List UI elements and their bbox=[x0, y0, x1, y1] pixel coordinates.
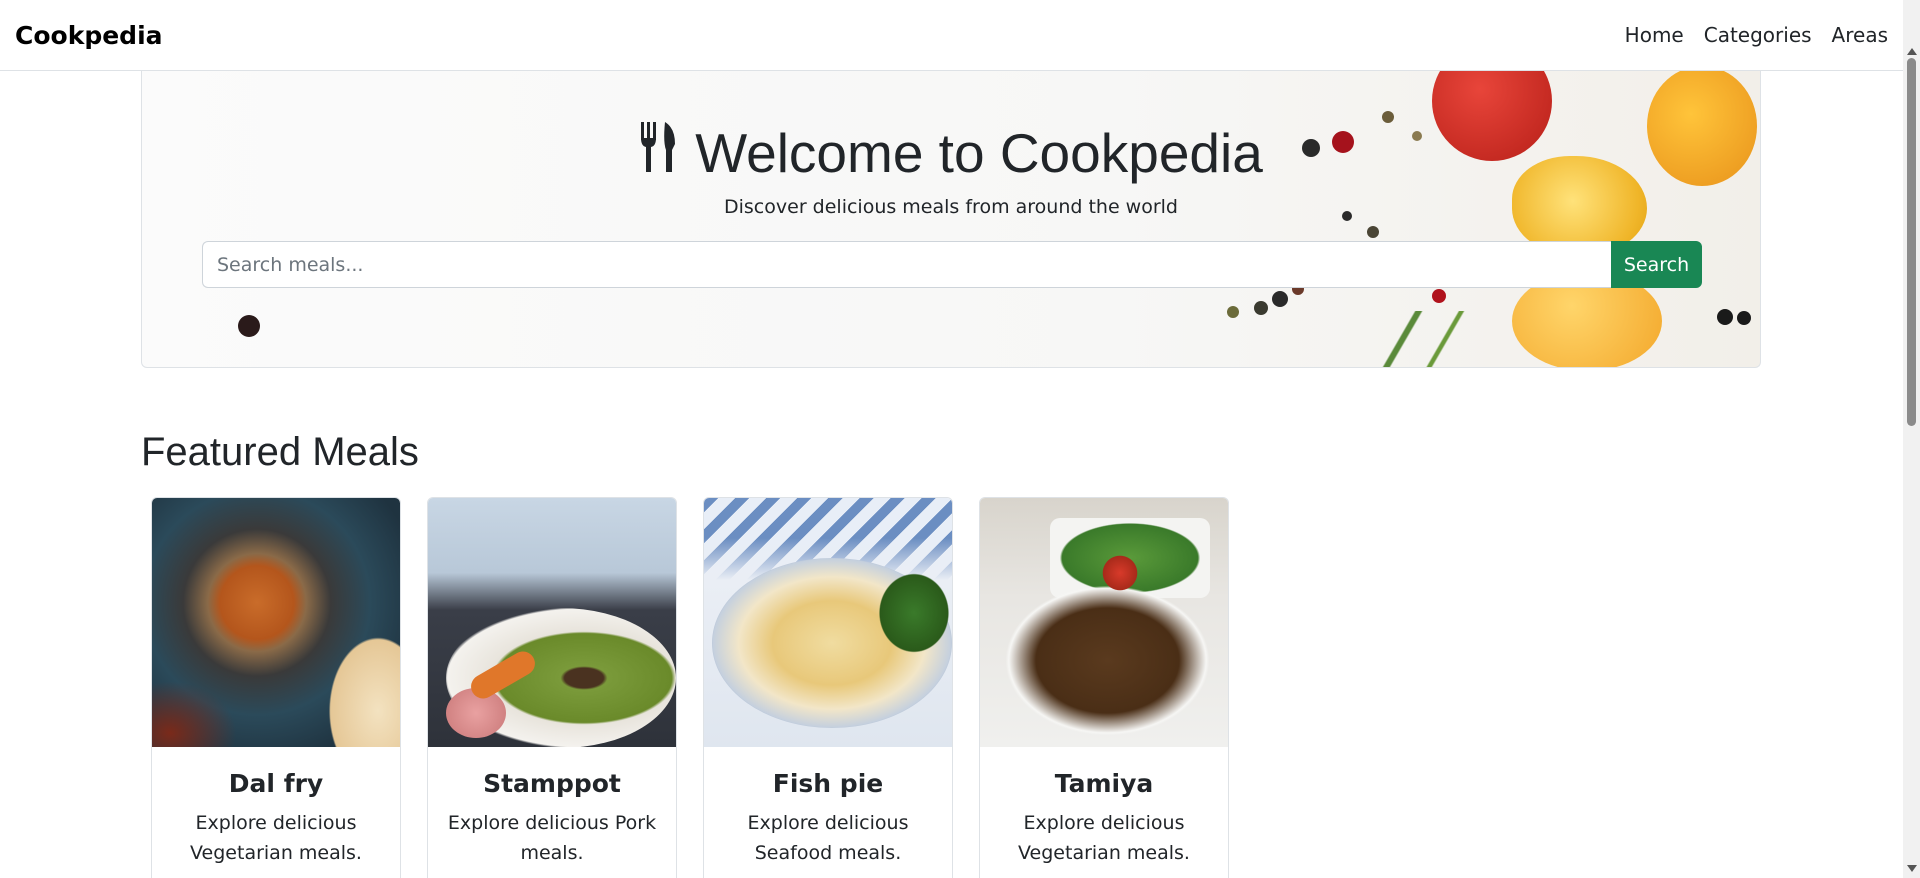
dal-fry-photo bbox=[152, 498, 400, 747]
meal-title: Tamiya bbox=[1054, 769, 1154, 798]
utensils-icon bbox=[639, 121, 677, 185]
nav-links: Home Categories Areas bbox=[1615, 23, 1888, 47]
scroll-down-icon[interactable] bbox=[1907, 865, 1917, 872]
search-button[interactable]: Search bbox=[1611, 241, 1702, 288]
hero-banner: Welcome to Cookpedia Discover delicious … bbox=[141, 71, 1761, 368]
meal-description: Explore delicious Pork meals. bbox=[447, 812, 657, 864]
brand-logo[interactable]: Cookpedia bbox=[15, 21, 163, 50]
navbar: Cookpedia Home Categories Areas bbox=[0, 0, 1903, 71]
meal-description: Explore delicious Vegetarian meals. bbox=[190, 812, 362, 864]
meal-title: Dal fry bbox=[228, 769, 324, 798]
nav-categories[interactable]: Categories bbox=[1694, 23, 1822, 47]
meal-title: Fish pie bbox=[772, 769, 884, 798]
nav-home[interactable]: Home bbox=[1615, 23, 1694, 47]
hero-subtitle: Discover delicious meals from around the… bbox=[724, 196, 1178, 218]
meal-card-stamppot[interactable]: Stamppot Explore delicious Pork meals. bbox=[427, 497, 677, 878]
hero-title: Welcome to Cookpedia bbox=[142, 121, 1760, 185]
search-input[interactable] bbox=[202, 241, 1611, 288]
search-form: Search bbox=[202, 241, 1702, 288]
meal-description: Explore delicious Seafood meals. bbox=[747, 812, 909, 864]
scroll-thumb[interactable] bbox=[1907, 58, 1916, 426]
meal-description: Explore delicious Vegetarian meals. bbox=[1018, 812, 1190, 864]
page-scrollbar[interactable] bbox=[1903, 0, 1920, 878]
scroll-up-icon[interactable] bbox=[1907, 48, 1917, 55]
featured-heading: Featured Meals bbox=[141, 430, 419, 474]
tamiya-photo bbox=[980, 498, 1228, 747]
meal-card-dal-fry[interactable]: Dal fry Explore delicious Vegetarian mea… bbox=[151, 497, 401, 878]
meal-card-tamiya[interactable]: Tamiya Explore delicious Vegetarian meal… bbox=[979, 497, 1229, 878]
fish-pie-photo bbox=[704, 498, 952, 747]
stamppot-photo bbox=[428, 498, 676, 747]
nav-areas[interactable]: Areas bbox=[1822, 23, 1888, 47]
hero-title-text: Welcome to Cookpedia bbox=[695, 122, 1263, 184]
featured-meals-list: Dal fry Explore delicious Vegetarian mea… bbox=[151, 497, 1229, 878]
meal-title: Stamppot bbox=[483, 769, 621, 798]
meal-card-fish-pie[interactable]: Fish pie Explore delicious Seafood meals… bbox=[703, 497, 953, 878]
